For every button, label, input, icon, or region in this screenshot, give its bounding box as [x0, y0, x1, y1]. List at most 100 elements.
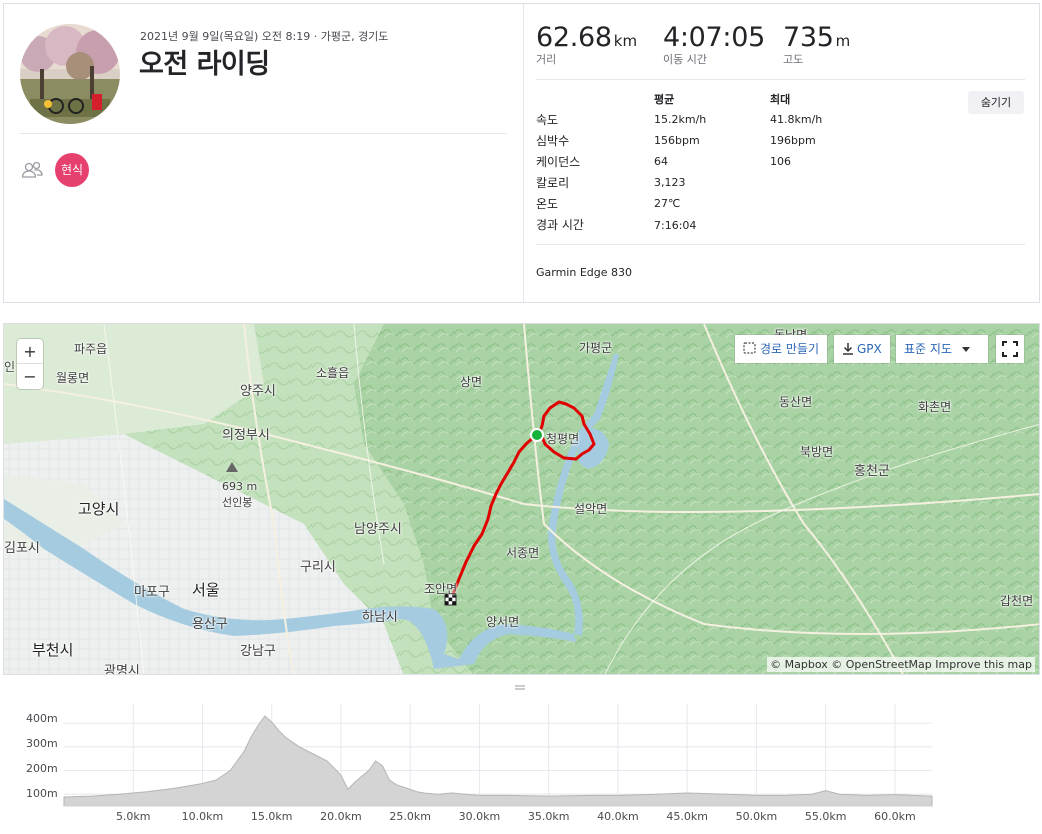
map-label: 의정부시	[222, 428, 270, 443]
metric-name: 심박수	[536, 134, 570, 148]
map-type-label: 표준 지도	[904, 342, 952, 356]
metric-avg: 156bpm	[654, 134, 700, 147]
metric-avg: 15.2km/h	[654, 113, 707, 126]
activity-photo[interactable]	[20, 24, 120, 124]
map-label: 북방면	[800, 445, 834, 459]
x-tick-label: 20.0km	[320, 810, 362, 823]
zoom-out-button[interactable]: −	[17, 364, 43, 389]
y-tick-label: 100m	[26, 787, 58, 800]
metric-name: 속도	[536, 113, 559, 127]
map-label: 홍천군	[854, 464, 890, 479]
map-attribution[interactable]: © Mapbox © OpenStreetMap Improve this ma…	[767, 657, 1035, 672]
map-label: 상면	[460, 375, 483, 389]
map-label: 양주시	[240, 384, 276, 399]
metric-name: 칼로리	[536, 176, 570, 190]
distance-label: 거리	[536, 53, 557, 66]
header-avg: 평균	[654, 93, 675, 106]
zoom-control: + −	[17, 339, 43, 389]
x-tick-label: 25.0km	[389, 810, 431, 823]
route-map[interactable]: 파주읍 인 월롱면 양주시 소흘읍 가평군 상면 의정부시 693 m 선인봉 …	[3, 323, 1040, 675]
elevation-area	[63, 715, 933, 807]
divider	[536, 79, 1025, 80]
metric-name: 케이던스	[536, 155, 581, 169]
moving-time-label: 이동 시간	[663, 53, 707, 66]
distance-value: 62.68	[536, 22, 612, 53]
divider	[20, 133, 507, 134]
map-label: 남양주시	[354, 522, 402, 537]
x-tick-label: 40.0km	[597, 810, 639, 823]
zoom-in-button[interactable]: +	[17, 339, 43, 364]
divider	[536, 244, 1025, 245]
create-route-button[interactable]: 경로 만들기	[735, 335, 828, 363]
map-label: 동산면	[779, 395, 813, 409]
x-tick-label: 45.0km	[666, 810, 708, 823]
x-tick-label: 35.0km	[527, 810, 570, 823]
map-label: 하남시	[362, 610, 398, 625]
metric-avg: 27℃	[654, 197, 681, 210]
metric-avg: 7:16:04	[654, 219, 697, 232]
map-label: 청평면	[546, 432, 580, 446]
metric-avg: 3,123	[654, 176, 686, 189]
map-label: 화촌면	[918, 400, 952, 414]
y-tick-label: 400m	[26, 712, 58, 725]
map-label: 고양시	[78, 500, 120, 518]
map-label: 파주읍	[74, 342, 108, 356]
activity-title[interactable]: 오전 라이딩	[139, 42, 270, 81]
x-tick-label: 10.0km	[181, 810, 224, 823]
map-label: 용산구	[192, 617, 228, 632]
map-label: 광명시	[104, 664, 140, 675]
device-name: Garmin Edge 830	[536, 266, 633, 279]
metric-avg: 64	[654, 155, 668, 168]
map-label: 구리시	[300, 560, 336, 575]
gpx-label: GPX	[857, 342, 882, 356]
map-type-select[interactable]: 표준 지도	[896, 335, 988, 363]
stat-distance: 62.68 km 거리	[536, 22, 637, 67]
stat-elevation: 735 m 고도	[783, 22, 850, 67]
header-max: 최대	[770, 93, 791, 106]
people-icon[interactable]	[20, 158, 44, 182]
resize-grip-icon[interactable]	[515, 676, 525, 690]
map-label: 양서면	[486, 615, 520, 629]
map-label: 조안면	[424, 582, 458, 596]
y-tick-label: 200m	[26, 762, 58, 775]
map-terrain	[4, 324, 1039, 674]
download-gpx-button[interactable]: GPX	[834, 335, 890, 363]
x-tick-label: 15.0km	[250, 810, 293, 823]
map-label: 김포시	[4, 541, 40, 556]
route-builder-icon	[743, 336, 756, 354]
metric-name: 경과 시간	[536, 218, 584, 232]
x-tick-label: 30.0km	[458, 810, 501, 823]
x-tick-label: 55.0km	[804, 810, 847, 823]
elevation-label: 고도	[783, 53, 804, 66]
peak-elevation-label: 693 m	[222, 480, 258, 493]
metric-max: 41.8km/h	[770, 113, 823, 126]
create-route-label: 경로 만들기	[760, 342, 820, 356]
divider	[523, 4, 524, 302]
x-tick-label: 60.0km	[874, 810, 916, 823]
distance-unit: km	[613, 32, 638, 50]
map-label: 서울	[192, 581, 220, 599]
elevation-unit: m	[835, 32, 851, 50]
map-label: 강남구	[240, 644, 276, 659]
map-label: 소흘읍	[316, 366, 350, 380]
map-label: 갑천면	[1000, 594, 1034, 608]
map-label: 인	[4, 360, 16, 374]
map-label: 서종면	[506, 546, 540, 560]
map-label: 부천시	[32, 641, 74, 659]
map-label: 가평군	[579, 341, 613, 355]
metric-max: 196bpm	[770, 134, 816, 147]
hide-details-button[interactable]: 숨기기	[968, 91, 1024, 114]
x-tick-label: 5.0km	[115, 810, 151, 823]
peak-name-label: 선인봉	[222, 496, 253, 509]
fullscreen-button[interactable]	[996, 335, 1024, 363]
download-icon	[842, 337, 854, 355]
y-tick-label: 300m	[26, 737, 58, 750]
elevation-chart[interactable]: 400m 300m 200m 100m 5.0km 10.0km 15.0km 20.…	[0, 684, 1042, 834]
x-tick-label: 50.0km	[735, 810, 778, 823]
mentioned-athlete-badge[interactable]: 현식	[55, 153, 89, 187]
metric-max: 106	[770, 155, 791, 168]
map-label: 마포구	[134, 585, 170, 600]
metric-name: 온도	[536, 197, 559, 211]
fullscreen-icon	[1002, 341, 1018, 361]
map-label: 월롱면	[56, 371, 90, 385]
